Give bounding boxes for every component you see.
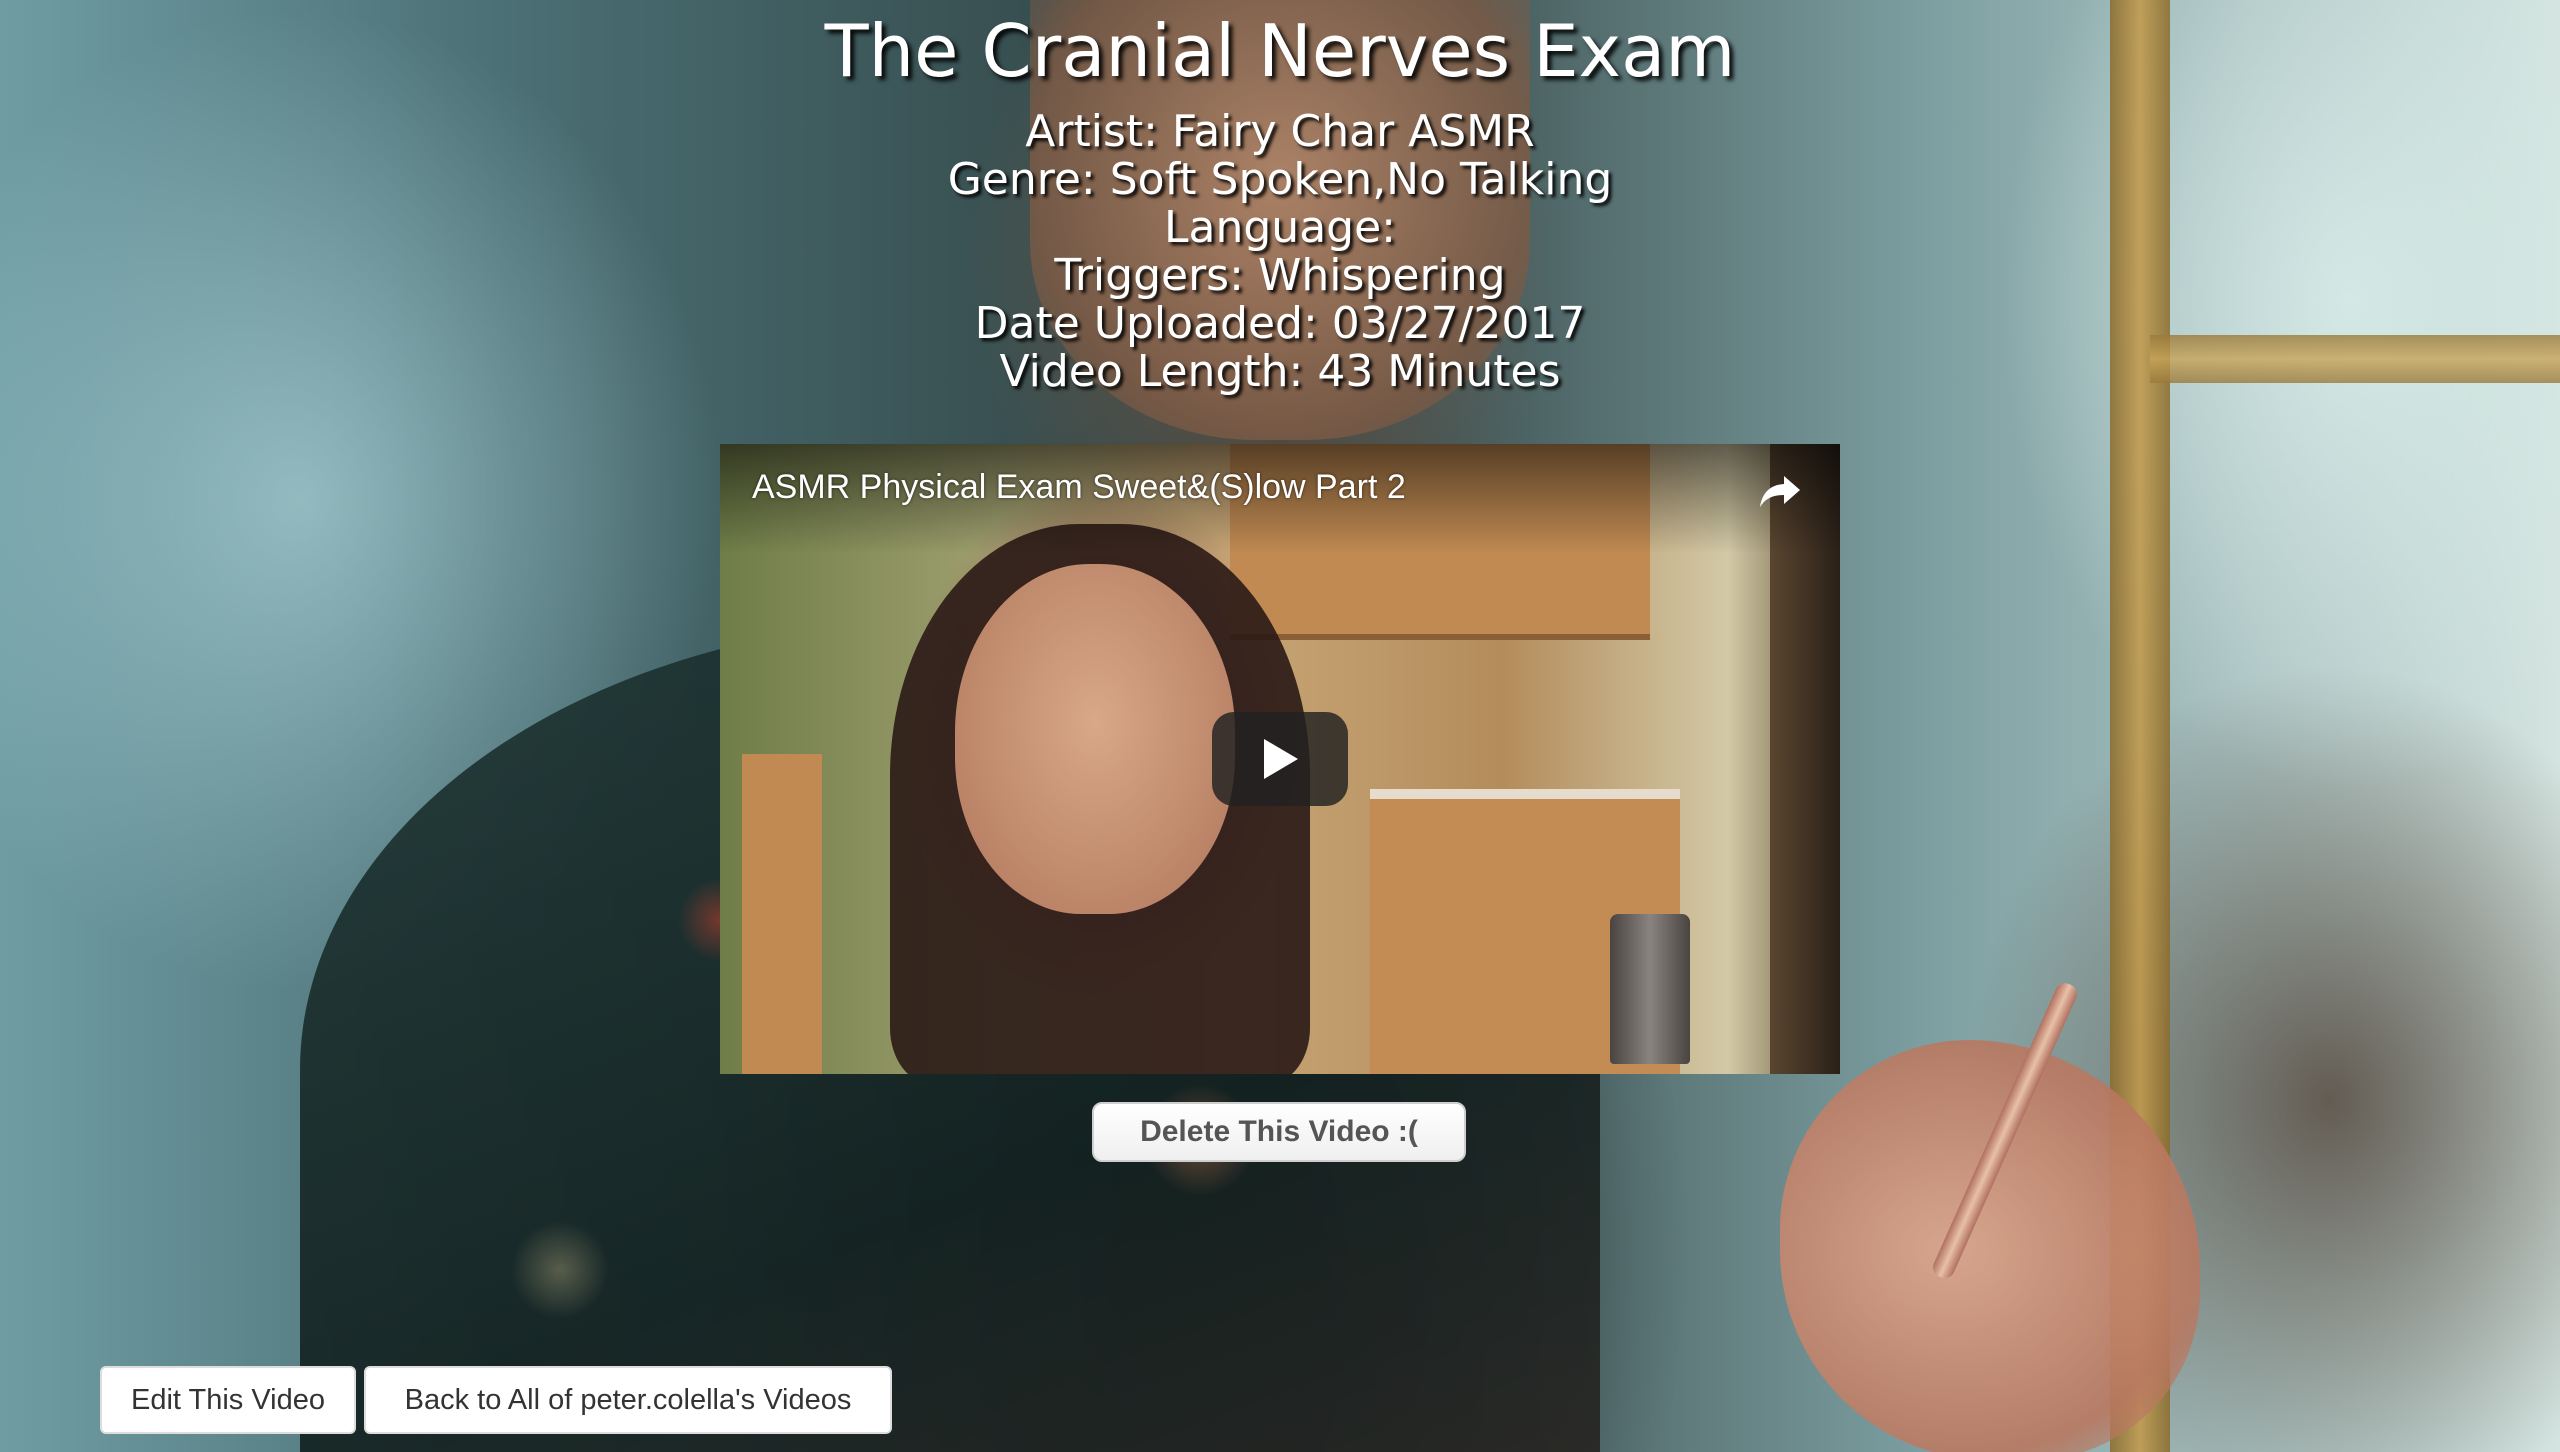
page-title: The Cranial Nerves Exam	[824, 9, 1736, 93]
thumbnail-trash-can	[1610, 914, 1690, 1064]
artist-line: Artist: Fairy Char ASMR	[1025, 106, 1535, 157]
edit-video-button[interactable]: Edit This Video	[100, 1366, 356, 1434]
video-player[interactable]: ASMR Physical Exam Sweet&(S)low Part 2	[720, 444, 1840, 1074]
video-length-line: Video Length: 43 Minutes	[999, 346, 1561, 397]
back-to-videos-button[interactable]: Back to All of peter.colella's Videos	[364, 1366, 892, 1434]
language-line: Language:	[1164, 202, 1396, 253]
play-button[interactable]	[1212, 712, 1348, 806]
delete-video-button[interactable]: Delete This Video :(	[1092, 1102, 1466, 1162]
share-arrow-icon	[1760, 476, 1800, 507]
date-uploaded-line: Date Uploaded: 03/27/2017	[974, 298, 1586, 349]
share-button[interactable]	[1748, 462, 1812, 522]
page-content: The Cranial Nerves Exam Artist: Fairy Ch…	[0, 0, 2560, 1452]
thumbnail-face	[955, 564, 1235, 914]
triggers-line: Triggers: Whispering	[1054, 250, 1506, 301]
thumbnail-cabinet-left	[742, 754, 822, 1074]
play-icon	[1264, 739, 1298, 779]
video-details: Artist: Fairy Char ASMR Genre: Soft Spok…	[0, 108, 2560, 396]
genre-line: Genre: Soft Spoken,No Talking	[947, 154, 1613, 205]
video-title[interactable]: ASMR Physical Exam Sweet&(S)low Part 2	[752, 468, 1406, 507]
